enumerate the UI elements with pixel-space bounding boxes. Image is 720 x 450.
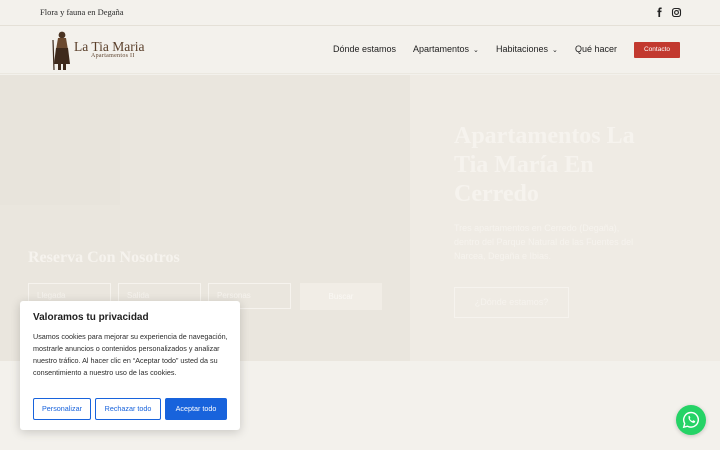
nav-label: Apartamentos <box>413 44 470 54</box>
top-bar: Flora y fauna en Degaña <box>0 0 720 26</box>
hero-image-placeholder <box>0 75 120 205</box>
whatsapp-button[interactable] <box>676 405 706 435</box>
hero-cta-button[interactable]: ¿Dónde estamos? <box>454 287 569 318</box>
contact-button[interactable]: Contacto <box>634 42 680 58</box>
site-logo[interactable]: La Tia Maria Apartamentos II <box>50 28 160 72</box>
search-button[interactable]: Buscar <box>300 283 382 310</box>
chevron-down-icon: ⌄ <box>473 47 479 54</box>
main-header: La Tia Maria Apartamentos II Dónde estam… <box>0 26 720 74</box>
top-bar-tagline: Flora y fauna en Degaña <box>40 7 124 17</box>
nav-label: Habitaciones <box>496 44 549 54</box>
logo-subtitle: Apartamentos II <box>91 53 135 59</box>
hero-description: Tres apartamentos en Cerredo (Degaña), d… <box>454 223 634 261</box>
hero-title: Apartamentos La Tia María En Cerredo <box>454 123 635 207</box>
booking-title: Reserva Con Nosotros <box>28 249 180 266</box>
reject-all-button[interactable]: Rechazar todo <box>95 398 161 420</box>
hero-right-panel <box>410 75 720 361</box>
chevron-down-icon: ⌄ <box>552 47 558 54</box>
facebook-icon[interactable] <box>654 7 666 19</box>
cookie-text: Usamos cookies para mejorar su experienc… <box>33 332 228 377</box>
nav-label: Qué hacer <box>575 44 618 54</box>
cookie-consent-banner: Valoramos tu privacidad Usamos cookies p… <box>20 301 240 430</box>
nav-apartamentos[interactable]: Apartamentos ⌄ <box>413 44 479 54</box>
accept-all-button[interactable]: Aceptar todo <box>165 398 227 420</box>
nav-habitaciones[interactable]: Habitaciones ⌄ <box>496 44 558 54</box>
nav-donde-estamos[interactable]: Dónde estamos <box>333 44 396 54</box>
instagram-icon[interactable] <box>671 7 683 19</box>
whatsapp-icon <box>682 411 699 429</box>
old-woman-figure-icon <box>52 31 70 71</box>
cookie-title: Valoramos tu privacidad <box>33 312 149 323</box>
nav-que-hacer[interactable]: Qué hacer <box>575 44 617 54</box>
customize-button[interactable]: Personalizar <box>33 398 91 420</box>
nav-label: Dónde estamos <box>333 44 397 54</box>
